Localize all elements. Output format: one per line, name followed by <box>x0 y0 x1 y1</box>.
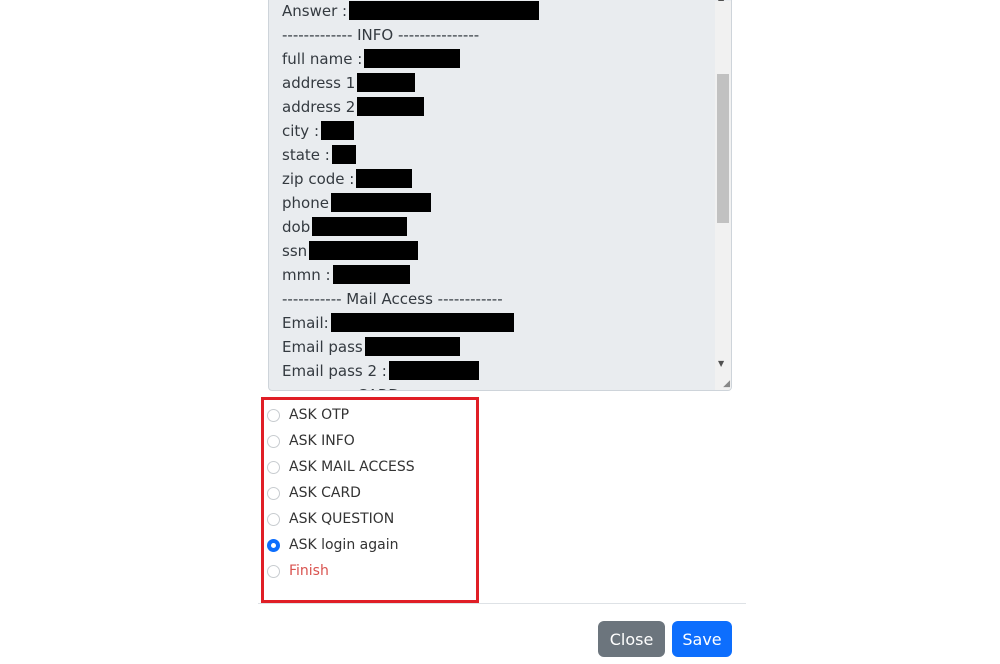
redaction-block <box>309 241 419 260</box>
radio-button[interactable] <box>267 538 280 552</box>
textarea-line: zip code : <box>282 167 539 191</box>
redaction-block <box>330 193 431 212</box>
redaction-block <box>332 265 410 284</box>
redaction-block <box>357 73 416 92</box>
line-label: state : <box>282 146 330 164</box>
line-label: Email pass <box>282 338 363 356</box>
line-label: dob <box>282 218 311 236</box>
option-label: Finish <box>289 563 329 579</box>
textarea-line: address 2 <box>282 95 539 119</box>
redaction-block <box>388 361 479 380</box>
scrollbar-thumb[interactable] <box>717 74 729 223</box>
option-ask-card[interactable]: ASK CARD <box>267 485 361 501</box>
textarea-line: Answer : <box>282 0 540 23</box>
textarea-line: mmn : <box>282 263 539 287</box>
redaction-block <box>330 313 514 332</box>
line-label: Answer : <box>282 2 348 20</box>
option-label: ASK OTP <box>289 407 350 423</box>
radio-button[interactable] <box>267 460 280 474</box>
save-button[interactable]: Save <box>672 621 732 657</box>
textarea-line: Email: <box>282 311 539 335</box>
redaction-block <box>364 49 461 68</box>
details-textarea[interactable]: Answer : ------------- INFO -------------… <box>268 0 732 391</box>
option-ask-otp[interactable]: ASK OTP <box>267 407 349 423</box>
line-label: Email pass 2 : <box>282 362 387 380</box>
radio-button[interactable] <box>267 564 280 578</box>
line-label: zip code : <box>282 170 355 188</box>
textarea-line: ssn <box>282 239 539 263</box>
line-label: address 2 <box>282 98 356 116</box>
scroll-up-icon[interactable]: ▲ <box>718 0 724 2</box>
textarea-line: Email pass 2 : <box>282 359 539 383</box>
line-label: mmn : <box>282 266 331 284</box>
textarea-line: city : <box>282 119 539 143</box>
option-label: ASK INFO <box>289 433 355 449</box>
option-ask-question[interactable]: ASK QUESTION <box>267 511 394 527</box>
redaction-block <box>364 337 460 356</box>
textarea-line: state : <box>282 143 539 167</box>
line-label: address 1 <box>282 74 356 92</box>
line-label: ------------- INFO --------------- <box>282 26 480 44</box>
option-finish[interactable]: Finish <box>267 563 329 579</box>
option-label: ASK CARD <box>289 485 361 501</box>
radio-button[interactable] <box>267 408 280 422</box>
textarea-content: Answer : ------------- INFO -------------… <box>282 0 540 390</box>
textarea-line: full name : <box>282 47 539 71</box>
redaction-block <box>356 169 413 188</box>
option-ask-mail-access[interactable]: ASK MAIL ACCESS <box>267 459 415 475</box>
option-label: ASK login again <box>289 537 399 553</box>
textarea-line: address 1 <box>282 71 539 95</box>
radio-button[interactable] <box>267 486 280 500</box>
option-ask-login-again[interactable]: ASK login again <box>267 537 398 553</box>
textarea-line: ------------- INFO --------------- <box>282 23 539 47</box>
line-label: ----------- Mail Access ------------ <box>282 290 503 308</box>
radio-button[interactable] <box>267 434 280 448</box>
divider <box>258 603 746 604</box>
redaction-block <box>349 1 540 20</box>
redaction-block <box>331 145 356 164</box>
redaction-block <box>312 217 408 236</box>
resize-grip-icon[interactable]: ◢ <box>723 379 730 389</box>
line-label: Email: <box>282 314 329 332</box>
textarea-line: Email pass <box>282 335 539 359</box>
option-ask-info[interactable]: ASK INFO <box>267 433 355 449</box>
line-label: ------------- CARD <box>282 386 400 390</box>
line-label: city : <box>282 122 319 140</box>
line-label: full name : <box>282 50 363 68</box>
textarea-line: phone <box>282 191 539 215</box>
redaction-block <box>321 121 354 140</box>
radio-button[interactable] <box>267 512 280 526</box>
line-label: phone <box>282 194 329 212</box>
scroll-down-icon[interactable]: ▼ <box>718 359 724 368</box>
textarea-line: ------------- CARD <box>282 383 539 390</box>
option-label: ASK MAIL ACCESS <box>289 459 415 475</box>
textarea-line: dob <box>282 215 539 239</box>
scrollbar[interactable]: ▲ ▼ <box>715 0 731 390</box>
line-label: ssn <box>282 242 308 260</box>
textarea-line: ----------- Mail Access ------------ <box>282 287 539 311</box>
option-label: ASK QUESTION <box>289 511 395 527</box>
close-button[interactable]: Close <box>598 621 665 657</box>
redaction-block <box>357 97 425 116</box>
